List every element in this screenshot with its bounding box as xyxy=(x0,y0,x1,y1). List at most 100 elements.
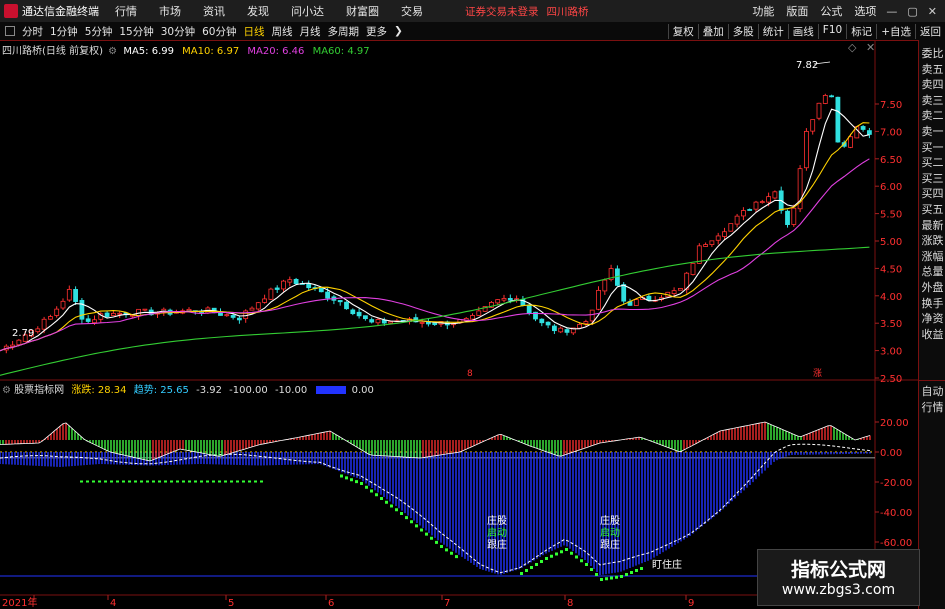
btn-diejia[interactable]: 叠加 xyxy=(697,23,728,39)
candle-body xyxy=(829,95,834,98)
candle-body xyxy=(66,289,72,301)
sidebar-item-maier[interactable]: 卖二 xyxy=(919,108,945,124)
sidebar-item-zuixin[interactable]: 最新 xyxy=(919,218,945,234)
candle-body xyxy=(747,209,753,211)
sidebar-item-buy1[interactable]: 买一 xyxy=(919,140,945,156)
sidebar-item-maiwu[interactable]: 卖五 xyxy=(919,62,945,78)
indicator-settings-icon[interactable]: ⚙ xyxy=(2,385,11,396)
candle-body xyxy=(54,308,60,316)
sidebar-item-buy5[interactable]: 买五 xyxy=(919,202,945,218)
btn-f10[interactable]: F10 xyxy=(817,23,846,39)
green-marker xyxy=(615,575,618,579)
menu-hangqing[interactable]: 行情 xyxy=(115,3,137,19)
sidebar-item-buy3[interactable]: 买三 xyxy=(919,171,945,187)
sidebar-item-buy2[interactable]: 买二 xyxy=(919,155,945,171)
candle-body xyxy=(48,316,53,320)
period-1min[interactable]: 1分钟 xyxy=(50,24,78,39)
sidebar-item-zhangfu[interactable]: 涨幅 xyxy=(919,249,945,265)
candle-body xyxy=(79,300,85,320)
btn-fuquan[interactable]: 复权 xyxy=(667,23,698,39)
period-daily[interactable]: 日线 xyxy=(244,24,265,39)
period-60min[interactable]: 60分钟 xyxy=(202,24,236,39)
candle-body xyxy=(293,278,299,285)
indicator-tick-label: -20.00 xyxy=(880,478,912,489)
candle-body xyxy=(564,329,570,333)
candle-body xyxy=(753,201,759,210)
green-marker xyxy=(585,563,588,566)
btn-duogu[interactable]: 多股 xyxy=(727,23,758,39)
sidebar-auto[interactable]: 自动 xyxy=(919,384,945,400)
green-marker xyxy=(242,480,245,483)
sidebar-item-jingzi[interactable]: 净资 xyxy=(919,311,945,327)
period-multi[interactable]: 多周期 xyxy=(328,24,360,39)
menu-gongneng[interactable]: 功能 xyxy=(752,3,774,19)
price-tick-label: 2.50 xyxy=(880,374,902,385)
low-price-label: 2.79 xyxy=(12,328,34,339)
sidebar-item-maisi[interactable]: 卖四 xyxy=(919,77,945,93)
btn-fanhui[interactable]: 返回 xyxy=(915,23,945,39)
xaxis-label: 5 xyxy=(228,598,234,609)
green-marker xyxy=(206,480,209,483)
menu-caifuquan[interactable]: 财富圈 xyxy=(346,3,379,19)
minimize-icon[interactable]: — xyxy=(886,5,897,18)
sidebar-item-waipan[interactable]: 外盘 xyxy=(919,280,945,296)
green-marker xyxy=(550,554,553,558)
green-marker xyxy=(345,476,348,480)
sidebar-item-zongliang[interactable]: 总量 xyxy=(919,264,945,280)
green-marker xyxy=(410,520,413,524)
period-5min[interactable]: 5分钟 xyxy=(85,24,113,39)
login-warning[interactable]: 证券交易未登录 xyxy=(465,4,539,19)
menu-faxian[interactable]: 发现 xyxy=(247,3,269,19)
btn-huaxian[interactable]: 画线 xyxy=(787,23,818,39)
candle-body xyxy=(678,287,683,291)
period-weekly[interactable]: 周线 xyxy=(272,24,293,39)
btn-zixuan[interactable]: +自选 xyxy=(876,23,915,39)
menu-wenxiaoda[interactable]: 问小达 xyxy=(291,3,324,19)
menu-xuanxiang[interactable]: 选项 xyxy=(854,3,876,19)
ma60-line xyxy=(0,246,870,376)
indicator-val6: 0.00 xyxy=(351,385,374,396)
period-30min[interactable]: 30分钟 xyxy=(161,24,195,39)
maximize-icon[interactable]: ▢ xyxy=(907,5,917,18)
expand-icon[interactable] xyxy=(5,26,15,36)
sidebar-item-shouyi[interactable]: 收益 xyxy=(919,327,945,343)
green-marker xyxy=(360,482,363,485)
period-fenshi[interactable]: 分时 xyxy=(22,24,43,39)
indicator-tick-label: -40.00 xyxy=(880,508,912,519)
sidebar-item-zhangdie[interactable]: 涨跌 xyxy=(919,233,945,249)
candle-body xyxy=(142,308,148,311)
sidebar-item-weibi[interactable]: 委比 xyxy=(919,46,945,62)
menu-banmian[interactable]: 版面 xyxy=(786,3,808,19)
btn-biaoji[interactable]: 标记 xyxy=(846,23,876,39)
btn-tongji[interactable]: 统计 xyxy=(757,23,788,39)
candle-body xyxy=(375,319,381,324)
candle-body xyxy=(268,288,274,300)
xaxis-label: 4 xyxy=(110,598,116,609)
green-marker xyxy=(590,568,593,571)
green-marker xyxy=(218,480,221,483)
menu-jiaoyi[interactable]: 交易 xyxy=(401,3,423,19)
sidebar-item-huanshou[interactable]: 换手 xyxy=(919,296,945,312)
candle-body xyxy=(249,307,255,311)
sidebar-item-maiyi[interactable]: 卖一 xyxy=(919,124,945,140)
chart-canvas[interactable]: 7.50 7.00 6.50 6.00 5.50 5.00 4.50 4.00 3.50 3.00… xyxy=(0,40,918,609)
candle-body xyxy=(633,299,639,306)
period-monthly[interactable]: 月线 xyxy=(300,24,321,39)
sidebar-hangqing[interactable]: 行情 xyxy=(919,400,945,416)
chevron-right-icon[interactable]: ❯ xyxy=(394,25,403,37)
menu-gongshi[interactable]: 公式 xyxy=(820,3,842,19)
annotation-1-line2: 启动 xyxy=(487,528,507,539)
sidebar-item-buy4[interactable]: 买四 xyxy=(919,186,945,202)
indicator-name: 股票指标网 xyxy=(14,385,65,396)
sidebar-item-maisan[interactable]: 卖三 xyxy=(919,93,945,109)
candle-body xyxy=(337,300,343,303)
close-icon[interactable]: ✕ xyxy=(928,5,937,18)
menu-shichang[interactable]: 市场 xyxy=(159,3,181,19)
green-marker xyxy=(610,576,613,580)
green-marker xyxy=(375,493,378,497)
period-more[interactable]: 更多 xyxy=(366,24,387,39)
period-15min[interactable]: 15分钟 xyxy=(119,24,153,39)
green-marker xyxy=(158,480,161,483)
menu-zixun[interactable]: 资讯 xyxy=(203,3,225,19)
candle-body xyxy=(419,321,425,324)
